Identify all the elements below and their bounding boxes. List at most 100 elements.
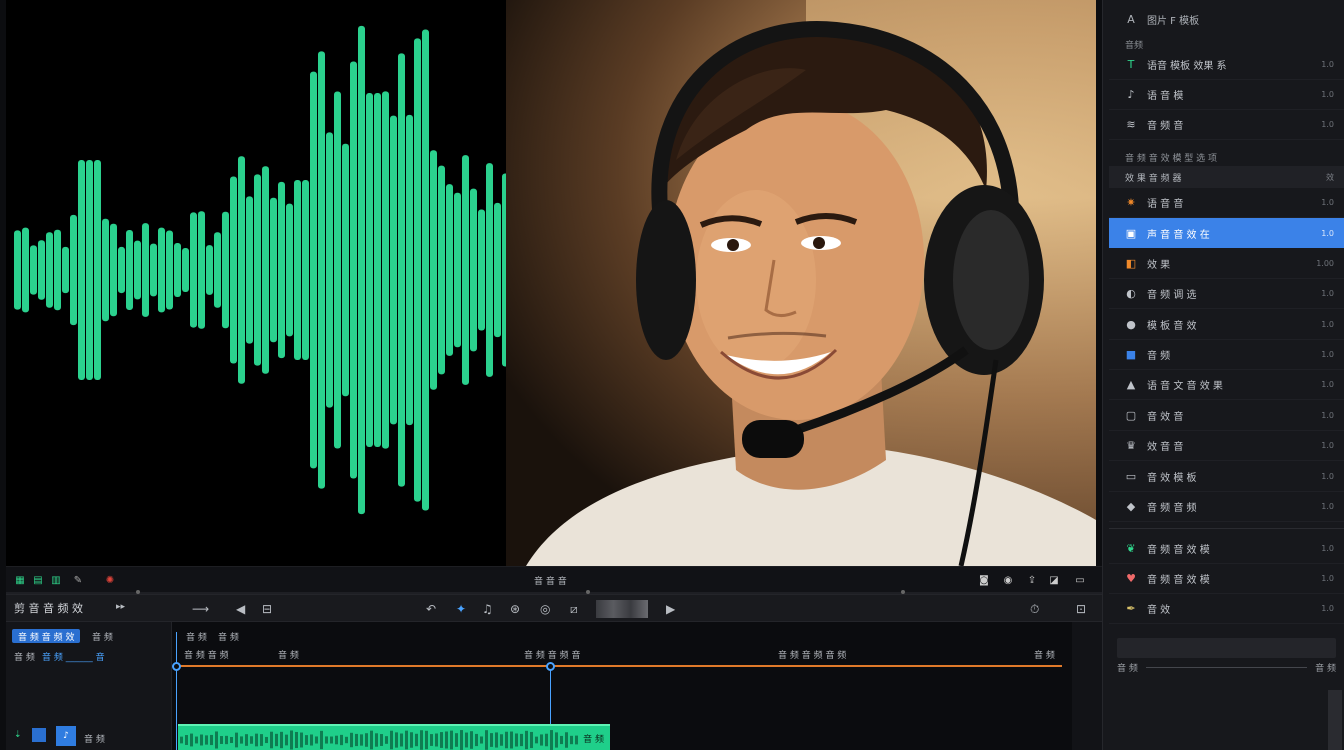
expand-icon[interactable]: ▸▸ — [116, 602, 125, 612]
clip-waveform-bar — [480, 736, 483, 744]
playhead-main[interactable] — [550, 666, 551, 728]
mask-icon[interactable]: ◎ — [540, 602, 550, 616]
clip-label: 音 频 — [583, 735, 604, 745]
track-lock-icon[interactable]: ⇣ — [14, 730, 22, 740]
zoom-slider[interactable] — [596, 600, 648, 618]
waveform-bar — [454, 192, 461, 348]
panel-item[interactable]: ▢ 音 效 音 1.0 — [1109, 401, 1344, 431]
waveform-bar — [310, 71, 317, 469]
waveform-bar — [142, 223, 149, 317]
panel-item-label: 音 效 模 板 — [1147, 472, 1197, 484]
panel-item[interactable]: ◧ 效 果 1.00 — [1109, 249, 1344, 279]
audio-clip[interactable]: 音 频 — [178, 724, 610, 750]
panel-input[interactable] — [1117, 638, 1336, 658]
camera-icon[interactable]: ◙ — [978, 575, 990, 587]
layout-icon[interactable]: ▤ — [32, 575, 44, 587]
clip-waveform-bar — [510, 731, 513, 749]
ruler-mark: 音 频 — [278, 651, 299, 661]
clip-waveform-bar — [320, 730, 323, 750]
waveform-bar — [318, 51, 325, 489]
timer-icon[interactable]: ⏱ — [1030, 602, 1039, 617]
track-option-2[interactable]: 音 频 — [14, 650, 35, 663]
panel-item-meta: 1.0 — [1321, 198, 1334, 207]
panel-item[interactable]: T 语音 模板 效果 系 1.0 — [1109, 50, 1344, 80]
waveform-bar — [246, 196, 253, 344]
track-audio-icon[interactable]: ♪ — [56, 726, 76, 746]
waveform-bar — [358, 25, 365, 515]
panel-scrollbar[interactable] — [1328, 690, 1342, 750]
share-icon[interactable]: ⇪ — [1026, 575, 1038, 587]
clip-waveform-bar — [465, 732, 468, 748]
panel-item[interactable]: ◆ 音 频 音 频 1.0 — [1109, 492, 1344, 522]
cursor-icon[interactable]: ✦ — [456, 602, 466, 616]
ruler-mark: 音 频 — [1034, 651, 1055, 661]
audio-icon[interactable]: ♫ — [482, 602, 493, 616]
waveform-bar — [54, 229, 61, 311]
clip-waveform-bar — [410, 732, 413, 748]
clip-waveform-bar — [195, 736, 198, 744]
waveform-bar — [478, 209, 485, 331]
waveform-bar — [278, 181, 285, 359]
section-header[interactable]: 效 果 音 频 器 效 — [1109, 166, 1344, 188]
panel-item-label: 音 频 — [1147, 351, 1171, 362]
undo-icon[interactable]: ↶ — [426, 602, 436, 616]
time-ruler[interactable]: 音 频 音 频 音 频 音 频 音 频 音 音 频 音 频 音 频 音 频 — [172, 642, 1055, 664]
clip-waveform-bar — [415, 733, 418, 747]
trim-left-icon[interactable]: ◀ — [236, 602, 245, 616]
track-option[interactable]: 音 频 — [92, 630, 113, 643]
panel-item[interactable]: ▭ 音 效 模 板 1.0 — [1109, 462, 1344, 492]
forward-icon[interactable]: ▶ — [666, 602, 675, 616]
settings-icon[interactable]: ⊡ — [1076, 602, 1086, 616]
record-icon[interactable]: ✺ — [104, 575, 116, 587]
panel-item[interactable]: ♥ 音 频 音 效 模 1.0 — [1109, 564, 1344, 594]
triangle-icon: ▲ — [1126, 378, 1136, 392]
panel-item[interactable]: ✒ 音 效 1.0 — [1109, 594, 1344, 624]
panel-item[interactable]: ♪ 语 音 模 1.0 — [1109, 80, 1344, 110]
panel-item[interactable]: ✷ 语 音 音 1.0 — [1109, 188, 1344, 218]
video-viewer[interactable] — [6, 0, 1096, 566]
waveform-bar — [182, 247, 189, 293]
waveform-bar — [398, 53, 405, 487]
panel-item[interactable]: ❦ 音 频 音 效 模 1.0 — [1109, 534, 1344, 564]
waveform-bar — [134, 240, 141, 300]
speed-icon[interactable]: ⊛ — [510, 602, 520, 616]
snapshot-icon[interactable]: ◉ — [1002, 575, 1014, 587]
clip-waveform-bar — [280, 731, 283, 749]
panel-item[interactable]: ● 模 板 音 效 1.0 — [1109, 310, 1344, 340]
timeline-scrollbar[interactable] — [1072, 622, 1102, 750]
playhead-main-knob[interactable] — [546, 662, 555, 671]
panel-item-label: 效 音 音 — [1147, 442, 1184, 454]
clip-waveform-bar — [210, 734, 213, 746]
layers-icon[interactable]: ▥ — [50, 575, 62, 587]
track-tab-active[interactable]: 音 频 音 频 效 — [12, 629, 81, 643]
panel-item[interactable]: ▣ 声 音 音 效 在 1.0 — [1109, 218, 1344, 249]
export-icon[interactable]: ◪ — [1048, 575, 1060, 587]
clip-waveform-bar — [350, 732, 353, 748]
clip-waveform-bar — [475, 733, 478, 747]
panel-item[interactable]: ♛ 效 音 音 1.0 — [1109, 431, 1344, 462]
clip-waveform-bar — [505, 731, 508, 749]
fullscreen-icon[interactable]: ▭ — [1074, 575, 1086, 587]
arrow-right-icon[interactable]: ⟶ — [192, 602, 209, 616]
track-mute-icon[interactable] — [32, 728, 46, 742]
split-icon[interactable]: ⊟ — [262, 602, 272, 616]
crop-icon[interactable]: ⧄ — [570, 602, 578, 617]
panel-item-label: 语 音 音 — [1147, 199, 1184, 210]
range-bar[interactable] — [176, 665, 1062, 667]
panel-item[interactable]: ◐ 音 频 调 选 1.0 — [1109, 279, 1344, 310]
panel-item[interactable]: ▲ 语 音 文 音 效 果 1.0 — [1109, 370, 1344, 401]
clip-waveform-bar — [375, 733, 378, 747]
panel-item[interactable]: ■ 音 频 1.0 — [1109, 340, 1344, 370]
waveform-bar — [414, 38, 421, 502]
clip-waveform-bar — [490, 733, 493, 747]
track-field[interactable]: 音 频 ______ 音 — [42, 650, 105, 663]
grid-icon[interactable]: ▦ — [14, 575, 26, 587]
playhead-start-knob[interactable] — [172, 662, 181, 671]
clip-waveform-bar — [395, 732, 398, 748]
track-name: 音 频 — [84, 735, 105, 745]
record-icon: ● — [1126, 317, 1136, 331]
panel-item[interactable]: ≋ 音 频 音 1.0 — [1109, 110, 1344, 140]
playhead-start[interactable] — [176, 632, 177, 750]
timeline-area[interactable]: 音 频 音 频 音 频 音 频 音 频 音 频 音 频 音 音 频 音 频 音 … — [172, 622, 1072, 750]
fx-icon[interactable]: ✎ — [72, 575, 84, 587]
